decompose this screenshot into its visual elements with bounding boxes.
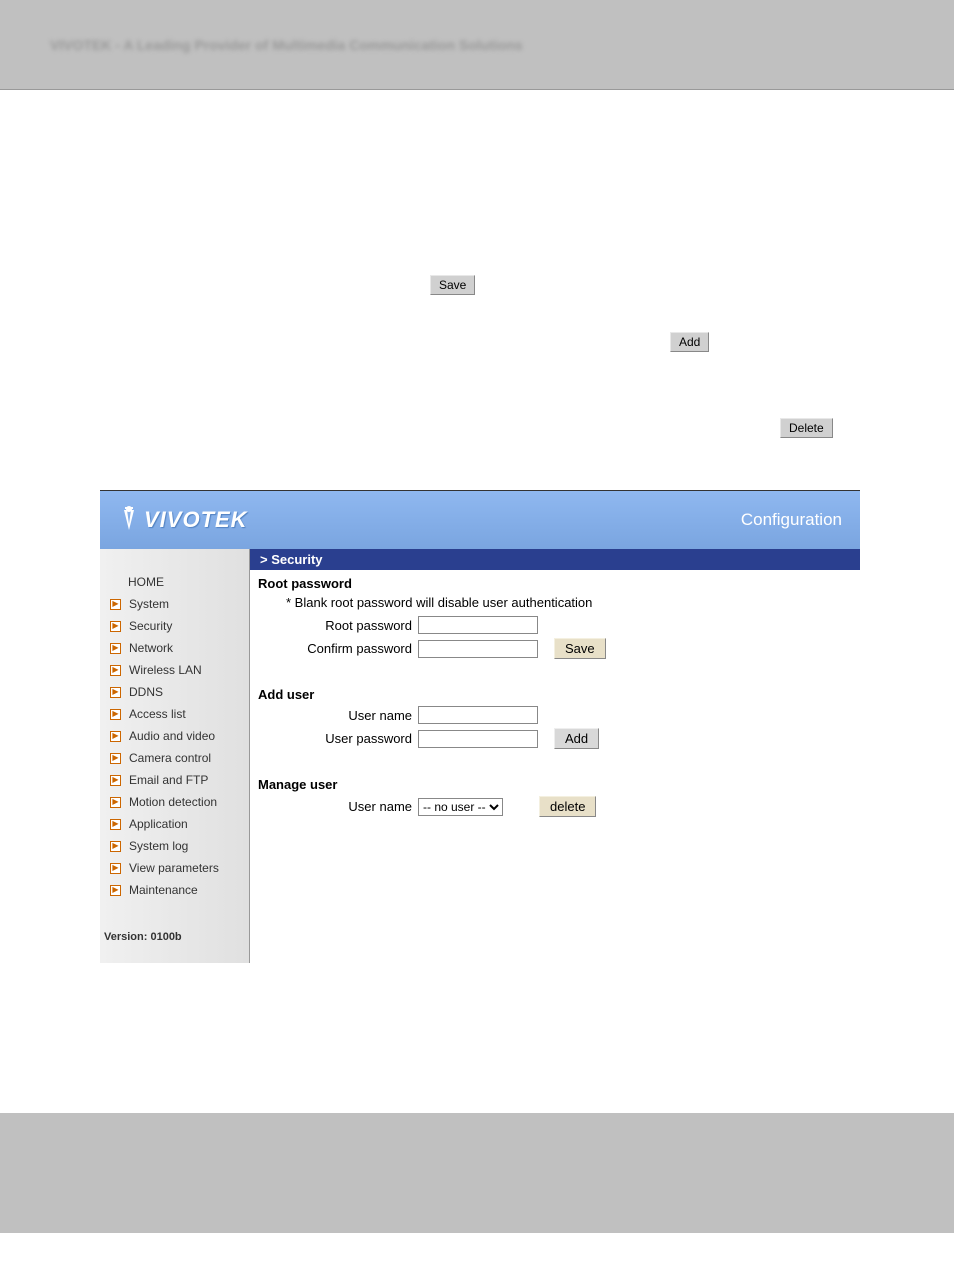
sidebar-item-application[interactable]: ▶ Application — [100, 813, 249, 835]
arrow-icon: ▶ — [110, 599, 121, 610]
sidebar-item-label: Access list — [129, 707, 186, 721]
add-button[interactable]: Add — [554, 728, 599, 749]
version-label: Version: 0100b — [100, 901, 249, 943]
arrow-icon: ▶ — [110, 621, 121, 632]
sidebar-item-label: System log — [129, 839, 188, 853]
logo: VIVOTEK — [118, 506, 248, 534]
bottom-bar — [0, 1113, 954, 1233]
confirm-password-input[interactable] — [418, 640, 538, 658]
arrow-icon: ▶ — [110, 841, 121, 852]
arrow-icon: ▶ — [110, 731, 121, 742]
sidebar-item-label: Camera control — [129, 751, 211, 765]
user-password-label: User password — [258, 731, 418, 746]
sidebar-item-access-list[interactable]: ▶ Access list — [100, 703, 249, 725]
panel-body: HOME ▶ System ▶ Security ▶ Network ▶ Wir… — [100, 549, 860, 963]
sidebar-item-label: DDNS — [129, 685, 163, 699]
sidebar-item-label: Wireless LAN — [129, 663, 202, 677]
username-label: User name — [258, 708, 418, 723]
main-content: > Security Root password * Blank root pa… — [250, 549, 860, 963]
root-password-input[interactable] — [418, 616, 538, 634]
user-password-input[interactable] — [418, 730, 538, 748]
sidebar-item-network[interactable]: ▶ Network — [100, 637, 249, 659]
confirm-password-row: Confirm password Save — [258, 638, 852, 659]
sidebar: HOME ▶ System ▶ Security ▶ Network ▶ Wir… — [100, 549, 250, 963]
arrow-icon: ▶ — [110, 885, 121, 896]
root-password-note: * Blank root password will disable user … — [258, 595, 852, 610]
add-user-heading: Add user — [258, 687, 852, 702]
sidebar-item-label: Security — [129, 619, 172, 633]
logo-icon — [118, 506, 140, 534]
section-title: > Security — [250, 549, 860, 570]
sidebar-item-camera-control[interactable]: ▶ Camera control — [100, 747, 249, 769]
sidebar-item-system[interactable]: ▶ System — [100, 593, 249, 615]
arrow-icon: ▶ — [110, 643, 121, 654]
arrow-icon: ▶ — [110, 753, 121, 764]
root-password-row: Root password — [258, 616, 852, 634]
sidebar-item-system-log[interactable]: ▶ System log — [100, 835, 249, 857]
sidebar-item-label: View parameters — [129, 861, 219, 875]
floating-add-button[interactable]: Add — [670, 332, 709, 352]
config-label: Configuration — [741, 510, 842, 530]
panel-header: VIVOTEK Configuration — [100, 491, 860, 549]
root-password-section: Root password * Blank root password will… — [250, 570, 860, 681]
sidebar-item-security[interactable]: ▶ Security — [100, 615, 249, 637]
root-password-label: Root password — [258, 618, 418, 633]
sidebar-item-maintenance[interactable]: ▶ Maintenance — [100, 879, 249, 901]
arrow-icon: ▶ — [110, 819, 121, 830]
sidebar-item-label: System — [129, 597, 169, 611]
sidebar-item-wireless-lan[interactable]: ▶ Wireless LAN — [100, 659, 249, 681]
arrow-icon: ▶ — [110, 687, 121, 698]
sidebar-item-label: Motion detection — [129, 795, 217, 809]
floating-delete-button[interactable]: Delete — [780, 418, 833, 438]
logo-text: VIVOTEK — [144, 507, 248, 533]
arrow-icon: ▶ — [110, 863, 121, 874]
sidebar-item-label: Audio and video — [129, 729, 215, 743]
arrow-icon: ▶ — [110, 797, 121, 808]
sidebar-item-label: Maintenance — [129, 883, 198, 897]
username-row: User name — [258, 706, 852, 724]
sidebar-item-ddns[interactable]: ▶ DDNS — [100, 681, 249, 703]
arrow-icon: ▶ — [110, 709, 121, 720]
spacer-area: Save Add Delete — [0, 90, 954, 490]
add-user-section: Add user User name User password Add — [250, 681, 860, 771]
sidebar-item-label: Network — [129, 641, 173, 655]
save-button[interactable]: Save — [554, 638, 606, 659]
user-password-row: User password Add — [258, 728, 852, 749]
sidebar-item-email-ftp[interactable]: ▶ Email and FTP — [100, 769, 249, 791]
top-banner-text: VIVOTEK - A Leading Provider of Multimed… — [50, 37, 523, 53]
delete-button[interactable]: delete — [539, 796, 596, 817]
sidebar-item-audio-video[interactable]: ▶ Audio and video — [100, 725, 249, 747]
sidebar-item-label: Email and FTP — [129, 773, 208, 787]
sidebar-item-motion-detection[interactable]: ▶ Motion detection — [100, 791, 249, 813]
top-banner: VIVOTEK - A Leading Provider of Multimed… — [0, 0, 954, 90]
manage-username-row: User name -- no user -- delete — [258, 796, 852, 817]
root-password-heading: Root password — [258, 576, 852, 591]
arrow-icon: ▶ — [110, 665, 121, 676]
confirm-password-label: Confirm password — [258, 641, 418, 656]
user-select[interactable]: -- no user -- — [418, 798, 503, 816]
config-panel: VIVOTEK Configuration HOME ▶ System ▶ Se… — [100, 490, 860, 963]
manage-user-section: Manage user User name -- no user -- dele… — [250, 771, 860, 839]
floating-save-button[interactable]: Save — [430, 275, 475, 295]
manage-username-label: User name — [258, 799, 418, 814]
username-input[interactable] — [418, 706, 538, 724]
sidebar-home[interactable]: HOME — [100, 571, 249, 593]
sidebar-item-label: Application — [129, 817, 188, 831]
arrow-icon: ▶ — [110, 775, 121, 786]
manage-user-heading: Manage user — [258, 777, 852, 792]
sidebar-item-view-parameters[interactable]: ▶ View parameters — [100, 857, 249, 879]
